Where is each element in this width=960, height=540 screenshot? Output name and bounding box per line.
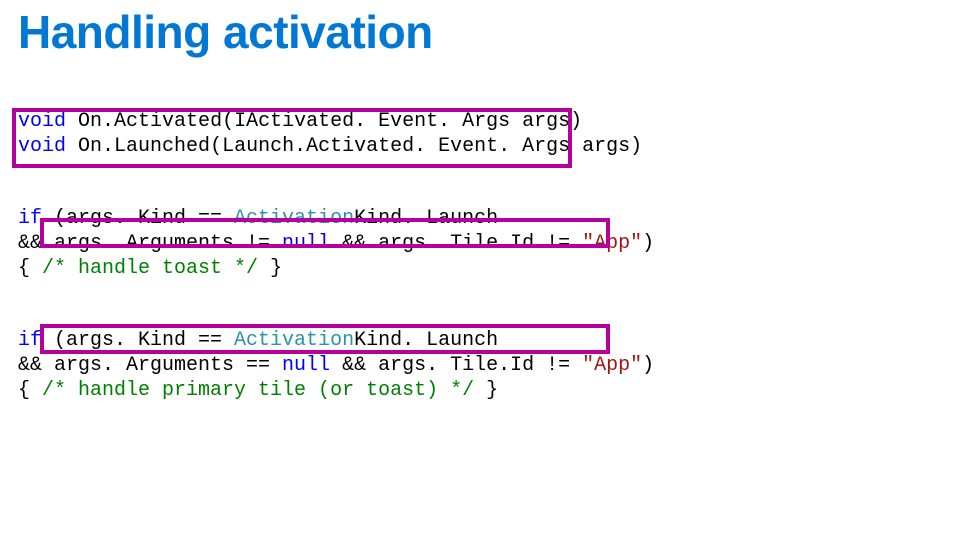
code-line: { /* handle primary tile (or toast) */ } (18, 379, 498, 402)
type-name: Activation (234, 329, 354, 352)
keyword-if: if (18, 329, 42, 352)
comment: /* handle toast */ (42, 257, 258, 280)
type-name: Activation (234, 207, 354, 230)
slide: Handling activation void On.Activated(IA… (0, 0, 960, 540)
keyword-void: void (18, 135, 66, 158)
keyword-null: null (282, 232, 330, 255)
keyword-null: null (282, 354, 330, 377)
code-line: && args. Arguments != null && args. Tile… (18, 232, 654, 255)
code-line: void On.Launched(Launch.Activated. Event… (18, 135, 642, 158)
method-name: On. (78, 135, 114, 158)
keyword-void: void (18, 110, 66, 133)
string-literal: "App" (582, 232, 642, 255)
blank-line (18, 159, 942, 181)
code-line: { /* handle toast */ } (18, 257, 282, 280)
code-line: if (args. Kind == ActivationKind. Launch (18, 207, 498, 230)
keyword-if: if (18, 207, 42, 230)
code-line: && args. Arguments == null && args. Tile… (18, 354, 654, 377)
code-line: void On.Activated(IActivated. Event. Arg… (18, 110, 582, 133)
slide-title: Handling activation (18, 8, 942, 56)
code-line: if (args. Kind == ActivationKind. Launch (18, 329, 498, 352)
code-block: void On.Activated(IActivated. Event. Arg… (18, 84, 942, 428)
blank-line (18, 281, 942, 303)
method-name: On. (78, 110, 114, 133)
comment: /* handle primary tile (or toast) */ (42, 379, 474, 402)
string-literal: "App" (582, 354, 642, 377)
